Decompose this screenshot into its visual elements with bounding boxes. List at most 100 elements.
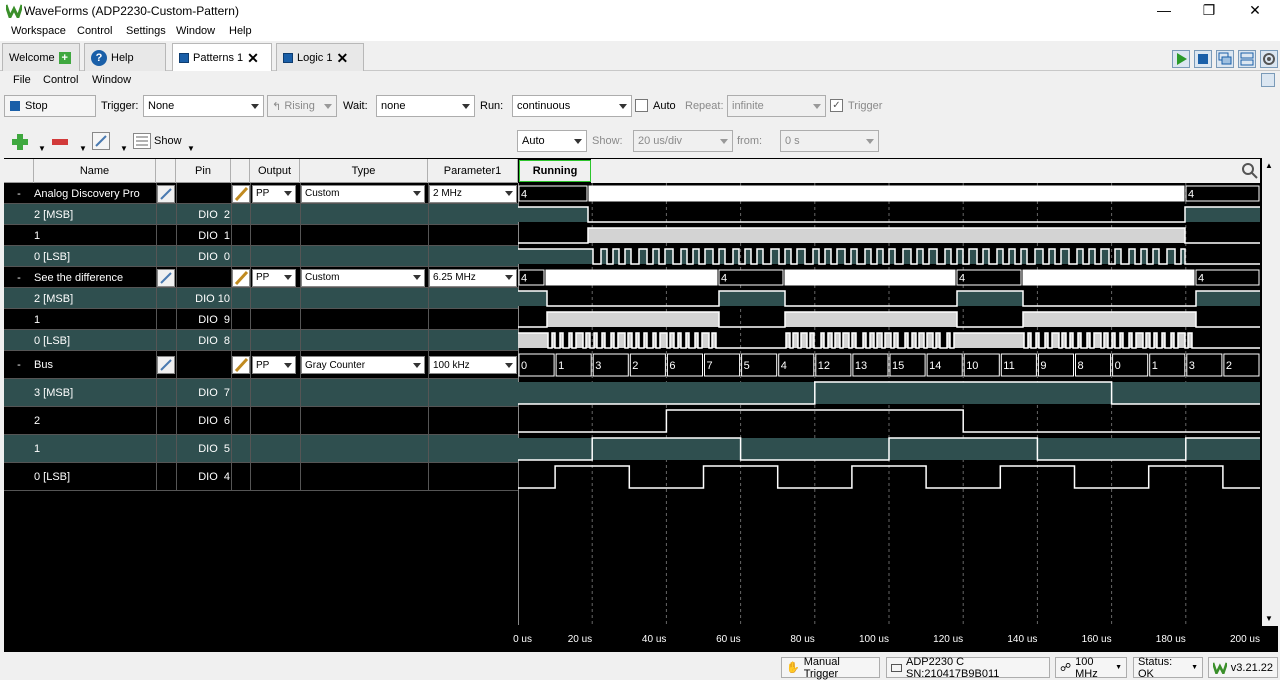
add-channel-icon[interactable]: [10, 132, 30, 152]
pencil-edit-icon[interactable]: [232, 356, 250, 374]
tab-welcome[interactable]: Welcome +: [2, 43, 80, 71]
group-row[interactable]: - Analog Discovery Pro PP Custom 2 MHz: [4, 183, 518, 204]
scroll-down-icon[interactable]: ▼: [1265, 614, 1273, 623]
channel-row[interactable]: 3 [MSB] DIO 7: [4, 379, 518, 407]
tab-logic-1[interactable]: Logic 1 ✕: [276, 43, 364, 71]
type-select[interactable]: Custom: [301, 184, 425, 203]
restore-button[interactable]: ❐: [1198, 2, 1220, 20]
time-tick-label: 180 us: [1155, 634, 1186, 645]
signal-edit-icon[interactable]: [157, 268, 175, 287]
device-button[interactable]: ADP2230 C SN:210417B9B011: [886, 656, 1050, 680]
channel-row[interactable]: 0 [LSB] DIO 0: [4, 246, 518, 267]
collapse-toggle[interactable]: -: [4, 183, 34, 204]
collapse-toggle[interactable]: -: [4, 351, 34, 379]
submenu-window[interactable]: Window: [92, 74, 131, 86]
group-row[interactable]: - See the difference PP Custom 6.25 MHz: [4, 267, 518, 288]
chevron-down-icon[interactable]: ▼: [120, 144, 128, 153]
header-name[interactable]: Name: [34, 159, 156, 183]
edge-icon: ↰: [272, 100, 282, 113]
edge-select[interactable]: ↰ Rising: [267, 95, 337, 117]
status-button[interactable]: Status: OK ▼: [1133, 656, 1203, 680]
remove-channel-icon[interactable]: [50, 132, 70, 152]
parameter-select[interactable]: 100 kHz: [429, 356, 517, 374]
repeat-select[interactable]: infinite: [727, 95, 826, 117]
run-select[interactable]: continuous: [512, 95, 632, 117]
output-select[interactable]: PP: [252, 268, 296, 287]
show-menu-label[interactable]: Show: [154, 135, 182, 147]
channel-row[interactable]: 2 [MSB] DIO 10: [4, 288, 518, 309]
run-all-button[interactable]: [1172, 50, 1190, 68]
close-button[interactable]: ✕: [1244, 2, 1266, 20]
channel-name: 3 [MSB]: [34, 387, 74, 399]
channel-row[interactable]: 2 [MSB] DIO 2: [4, 204, 518, 225]
menu-window[interactable]: Window: [176, 25, 215, 37]
channel-row[interactable]: 1 DIO 9: [4, 309, 518, 330]
type-select[interactable]: Custom: [301, 268, 425, 287]
collapse-toggle[interactable]: -: [4, 267, 34, 288]
signal-edit-icon[interactable]: [157, 184, 175, 203]
tab-patterns-1[interactable]: Patterns 1 ✕: [172, 43, 272, 72]
from-select[interactable]: 0 s: [780, 130, 879, 152]
stop-all-button[interactable]: [1194, 50, 1212, 68]
tab-help[interactable]: ? Help: [84, 43, 166, 71]
manual-trigger-button[interactable]: ✋ Manual Trigger: [781, 656, 880, 680]
trigger-checkbox[interactable]: ✓: [830, 99, 843, 112]
channel-row[interactable]: 2 DIO 6: [4, 407, 518, 435]
header-expand: [4, 159, 34, 183]
vertical-scrollbar[interactable]: ▲ ▼: [1262, 158, 1278, 626]
menu-workspace[interactable]: Workspace: [11, 25, 66, 37]
group-name[interactable]: Analog Discovery Pro: [34, 183, 156, 204]
gray-bit3-wave-low-fill: [1111, 382, 1260, 404]
trigger-select[interactable]: None: [143, 95, 264, 117]
channel-row[interactable]: 0 [LSB] DIO 8: [4, 330, 518, 351]
menu-settings[interactable]: Settings: [126, 25, 166, 37]
header-edit: [156, 159, 176, 183]
cascade-windows-icon[interactable]: [1216, 50, 1234, 68]
version-button[interactable]: v3.21.22: [1208, 657, 1278, 678]
zoom-settings-icon[interactable]: [1240, 161, 1260, 181]
scroll-up-icon[interactable]: ▲: [1265, 161, 1273, 170]
group-row[interactable]: - Bus PP Gray Counter 100 kHz: [4, 351, 518, 379]
menu-control[interactable]: Control: [77, 25, 112, 37]
auto-checkbox[interactable]: [635, 99, 648, 112]
channel-row[interactable]: 1 DIO 5: [4, 435, 518, 463]
header-parameter1[interactable]: Parameter1: [428, 159, 518, 183]
close-tab-icon[interactable]: ✕: [336, 51, 348, 65]
clock-button[interactable]: ☍ 100 MHz ▼: [1055, 656, 1127, 680]
signal-edit-icon[interactable]: [157, 356, 175, 374]
edit-signal-icon[interactable]: [92, 132, 110, 150]
submenu-control[interactable]: Control: [43, 74, 78, 86]
group-name[interactable]: See the difference: [34, 267, 156, 288]
dock-icon[interactable]: [1261, 73, 1275, 87]
adp-lsb-wave-high-fill: [983, 249, 989, 264]
output-select[interactable]: PP: [252, 184, 296, 203]
wait-select[interactable]: none: [376, 95, 475, 117]
waveform-display[interactable]: 4 44 4 4 40 1 3 2 6 7 5 4 12 13 15 14 10 11 9 8 0 1 3 2: [518, 183, 1260, 625]
chevron-down-icon[interactable]: ▼: [187, 144, 195, 153]
group-name[interactable]: Bus: [34, 351, 156, 379]
output-select[interactable]: PP: [252, 356, 296, 374]
submenu-file[interactable]: File: [13, 74, 31, 86]
channel-row[interactable]: 1 DIO 1: [4, 225, 518, 246]
channel-row[interactable]: 0 [LSB] DIO 4: [4, 463, 518, 491]
minimize-button[interactable]: —: [1153, 2, 1175, 20]
parameter-select[interactable]: 6.25 MHz: [429, 268, 517, 287]
header-output[interactable]: Output: [250, 159, 300, 183]
close-tab-icon[interactable]: ✕: [247, 51, 259, 65]
type-select[interactable]: Gray Counter: [301, 356, 425, 374]
header-type[interactable]: Type: [300, 159, 428, 183]
time-div-select[interactable]: 20 us/div: [633, 130, 733, 152]
pencil-edit-icon[interactable]: [232, 184, 250, 203]
menu-help[interactable]: Help: [229, 25, 252, 37]
chevron-down-icon[interactable]: ▼: [38, 144, 46, 153]
view-mode-select[interactable]: Auto: [517, 130, 587, 152]
stop-button[interactable]: Stop: [4, 95, 96, 117]
chevron-down-icon[interactable]: ▼: [79, 144, 87, 153]
logic-icon: [283, 52, 293, 63]
settings-gear-icon[interactable]: [1260, 50, 1278, 68]
bus-gray-value: 3: [595, 360, 601, 372]
pencil-edit-icon[interactable]: [232, 268, 250, 287]
tile-windows-icon[interactable]: [1238, 50, 1256, 68]
parameter-select[interactable]: 2 MHz: [429, 184, 517, 203]
header-pin[interactable]: Pin: [176, 159, 231, 183]
